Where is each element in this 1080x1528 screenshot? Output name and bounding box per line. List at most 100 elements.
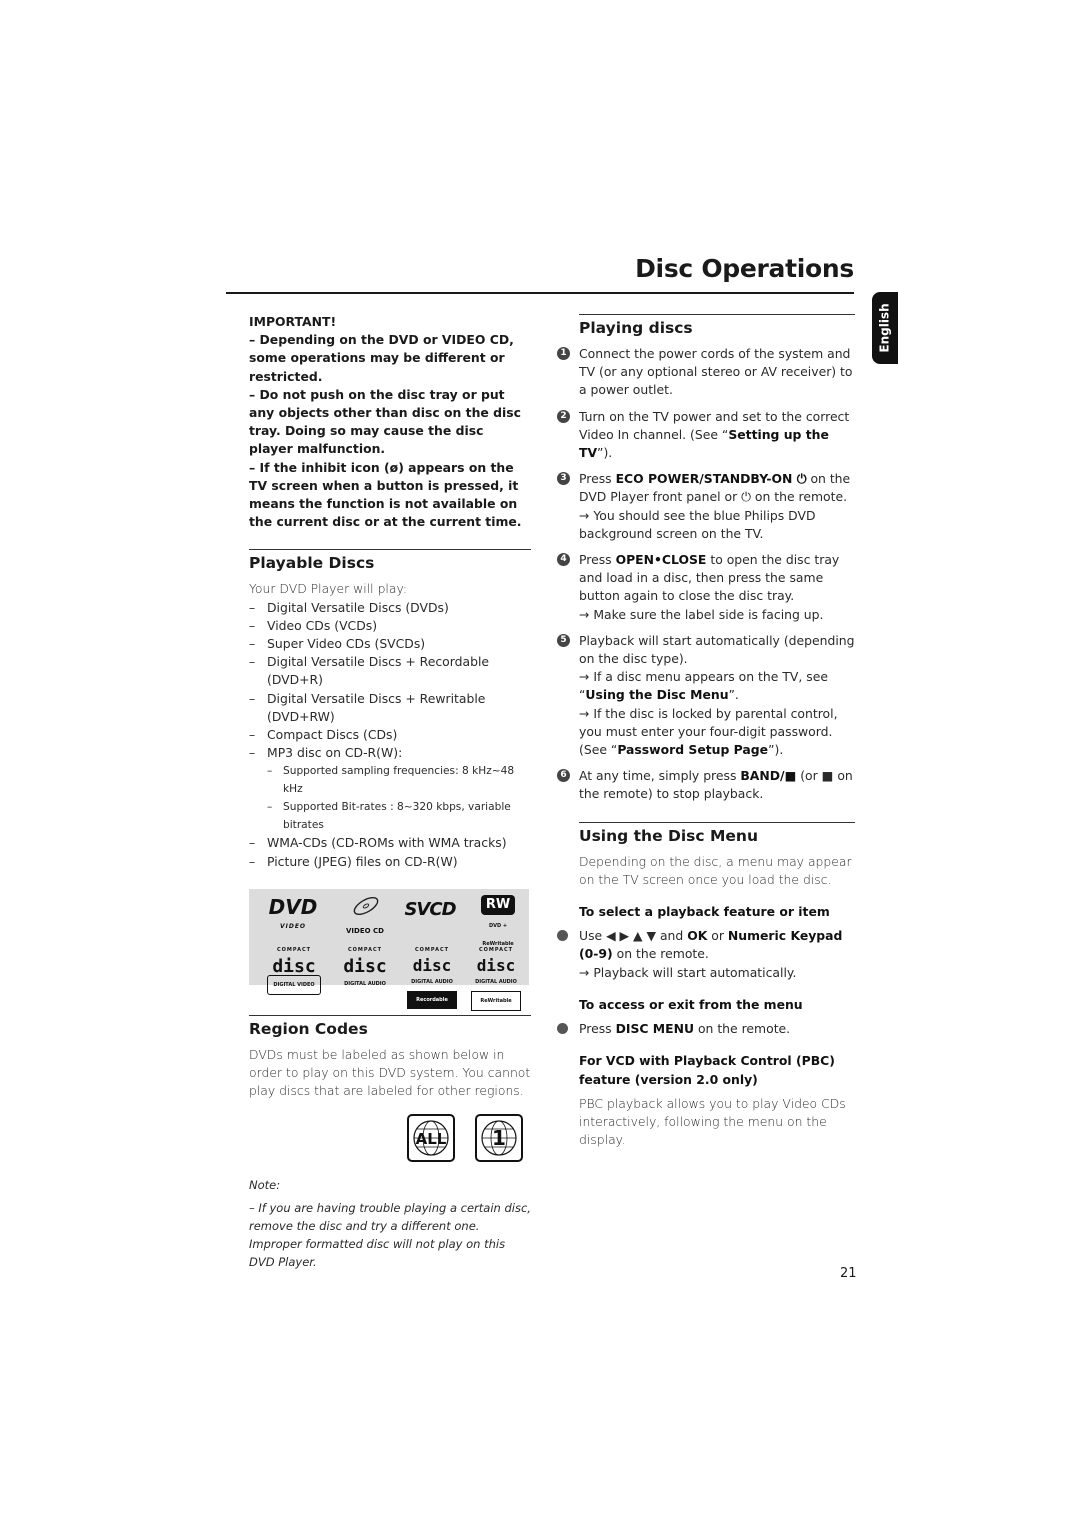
step-number-icon: 5 <box>557 633 570 647</box>
title-rule <box>226 292 854 294</box>
step-number-icon: 4 <box>557 553 570 567</box>
section-title: Using the Disc Menu <box>579 826 758 845</box>
rw-badge: RW <box>481 894 515 915</box>
step: 6 At any time, simply press BAND/■ (or ■… <box>557 767 855 803</box>
list-item: Picture (JPEG) files on CD-R(W) <box>249 853 531 871</box>
mp3-sublist: Supported sampling frequencies: 8 kHz~48… <box>249 762 531 834</box>
region-badge-all: ALL <box>407 1114 455 1163</box>
section-title: Region Codes <box>249 1019 368 1038</box>
list-item: WMA-CDs (CD-ROMs with WMA tracks) <box>249 834 531 852</box>
note-text: – If you are having trouble playing a ce… <box>249 1200 531 1270</box>
logo-subtext: DIGITAL VIDEO <box>267 975 321 996</box>
step-result: → If the disc is locked by parental cont… <box>579 705 855 760</box>
compact-disc-digital-video-logo: COMPACT disc DIGITAL VIDEO <box>267 941 321 996</box>
step: 2 Turn on the TV power and set to the co… <box>557 408 855 463</box>
step-number-icon: 3 <box>557 472 570 486</box>
list-item: Supported Bit-rates : 8~320 kbps, variab… <box>249 798 531 834</box>
disc-logos-panel: DVD VIDEO VIDEO CD SVCD RW DVD + ReWrita… <box>249 888 529 1012</box>
playable-intro: Your DVD Player will play: <box>249 581 408 597</box>
step: 3 Press ECO POWER/STANDBY-ON ⏻ on the DV… <box>557 470 855 543</box>
subheading: To access or exit from the menu <box>579 996 803 1012</box>
logo-subtext: ReWritable <box>471 991 521 1012</box>
compact-disc-rewritable-logo: COMPACT disc DIGITAL AUDIO ReWritable <box>471 941 521 1012</box>
logo-subtext: VIDEO <box>279 922 307 930</box>
text: or <box>707 928 728 944</box>
logo-subtext: Recordable <box>407 991 457 1010</box>
button-name: DISC MENU <box>615 1021 695 1037</box>
important-box: IMPORTANT! – Depending on the DVD or VID… <box>249 313 531 531</box>
globe-icon: ALL <box>413 1120 449 1157</box>
step-text: Turn on the TV power and set to the corr… <box>579 408 855 463</box>
text: Use ◀ ▶ ▲ ▼ and <box>579 928 688 944</box>
region-text: DVDs must be labeled as shown below in o… <box>249 1046 531 1099</box>
disc-menu-section: Using the Disc Menu Depending on the dis… <box>557 821 855 1150</box>
video-cd-logo: VIDEO CD <box>343 895 387 940</box>
disc-menu-intro: Depending on the disc, a menu may appear… <box>579 853 852 887</box>
text: ”). <box>597 445 613 461</box>
region-badge-1: 1 <box>475 1114 523 1163</box>
step-result: → Make sure the label side is facing up. <box>579 606 824 622</box>
step-text: Connect the power cords of the system an… <box>579 346 853 398</box>
bullet-icon <box>557 1023 568 1035</box>
text: ”. <box>728 687 739 703</box>
bullet-text: Press DISC MENU on the remote. <box>579 1020 855 1038</box>
region-badge-label: ALL <box>416 1130 447 1148</box>
page-number: 21 <box>840 1266 857 1281</box>
important-item: – Depending on the DVD or VIDEO CD, some… <box>249 332 514 384</box>
note-label: Note: <box>249 1178 281 1193</box>
important-title: IMPORTANT! <box>249 314 337 329</box>
language-tab: English <box>872 292 898 364</box>
logo-text: disc <box>272 956 316 978</box>
bullet-text: Use ◀ ▶ ▲ ▼ and OK or Numeric Keypad (0-… <box>579 927 855 963</box>
text: Press <box>579 552 616 568</box>
text: Press <box>579 1021 616 1037</box>
list-item: Compact Discs (CDs) <box>249 726 531 744</box>
step-text: Press ECO POWER/STANDBY-ON ⏻ on the DVD … <box>579 470 855 506</box>
step: 5 Playback will start automatically (dep… <box>557 632 855 760</box>
logo-text: DVD <box>268 894 318 919</box>
subheading: For VCD with Playback Control (PBC) feat… <box>579 1053 835 1087</box>
region-badge-label: 1 <box>492 1126 506 1150</box>
text: ”). <box>768 742 784 758</box>
logo-subtext: DIGITAL AUDIO <box>411 979 453 986</box>
language-tab-label: English <box>878 303 892 353</box>
logo-subtext: DIGITAL AUDIO <box>344 981 386 988</box>
step: 1 Connect the power cords of the system … <box>557 345 855 400</box>
list-item: Supported sampling frequencies: 8 kHz~48… <box>249 762 531 798</box>
bullet-icon <box>557 930 568 942</box>
left-column: IMPORTANT! – Depending on the DVD or VID… <box>249 313 531 1272</box>
playable-list: Digital Versatile Discs (DVDs) Video CDs… <box>249 599 531 763</box>
list-item: Super Video CDs (SVCDs) <box>249 635 531 653</box>
logo-text: disc <box>476 956 516 976</box>
compact-disc-recordable-logo: COMPACT disc DIGITAL AUDIO Recordable <box>407 941 457 1010</box>
step-result: → If a disc menu appears on the TV, see … <box>579 668 855 704</box>
step-text: At any time, simply press BAND/■ (or ■ o… <box>579 767 855 803</box>
list-item: Digital Versatile Discs + Rewritable (DV… <box>249 690 531 726</box>
step-result: → Playback will start automatically. <box>579 964 797 980</box>
step-result: → You should see the blue Philips DVD ba… <box>579 507 816 541</box>
globe-icon: 1 <box>481 1120 517 1157</box>
list-item: Digital Versatile Discs (DVDs) <box>249 599 531 617</box>
important-item: – Do not push on the disc tray or put an… <box>249 386 521 457</box>
list-item: MP3 disc on CD-R(W): <box>249 744 531 762</box>
playing-discs-section: Playing discs 1 Connect the power cords … <box>557 314 855 804</box>
right-column: Playing discs 1 Connect the power cords … <box>557 313 855 1150</box>
step: 4 Press OPEN•CLOSE to open the disc tray… <box>557 551 855 624</box>
list-item: Digital Versatile Discs + Recordable (DV… <box>249 653 531 689</box>
svcd-logo: SVCD <box>404 898 456 920</box>
text: on the remote. <box>612 946 709 962</box>
section-title: Playing discs <box>579 319 693 337</box>
pbc-text: PBC playback allows you to play Video CD… <box>579 1095 846 1148</box>
region-badges: ALL 1 <box>249 1114 531 1176</box>
logo-subtext: VIDEO CD <box>346 927 384 936</box>
step-text: Press OPEN•CLOSE to open the disc tray a… <box>579 551 855 606</box>
step-number-icon: 6 <box>557 769 570 783</box>
button-name: OK <box>687 928 708 944</box>
steps-list: 1 Connect the power cords of the system … <box>557 345 855 804</box>
region-codes-section: Region Codes DVDs must be labeled as sho… <box>249 1014 531 1272</box>
step-number-icon: 2 <box>557 409 570 423</box>
compact-disc-digital-audio-logo: COMPACT disc DIGITAL AUDIO <box>337 941 393 993</box>
playable-list-continued: WMA-CDs (CD-ROMs with WMA tracks) Pictur… <box>249 834 531 871</box>
step-number-icon: 1 <box>557 347 570 360</box>
list-item: Video CDs (VCDs) <box>249 617 531 635</box>
